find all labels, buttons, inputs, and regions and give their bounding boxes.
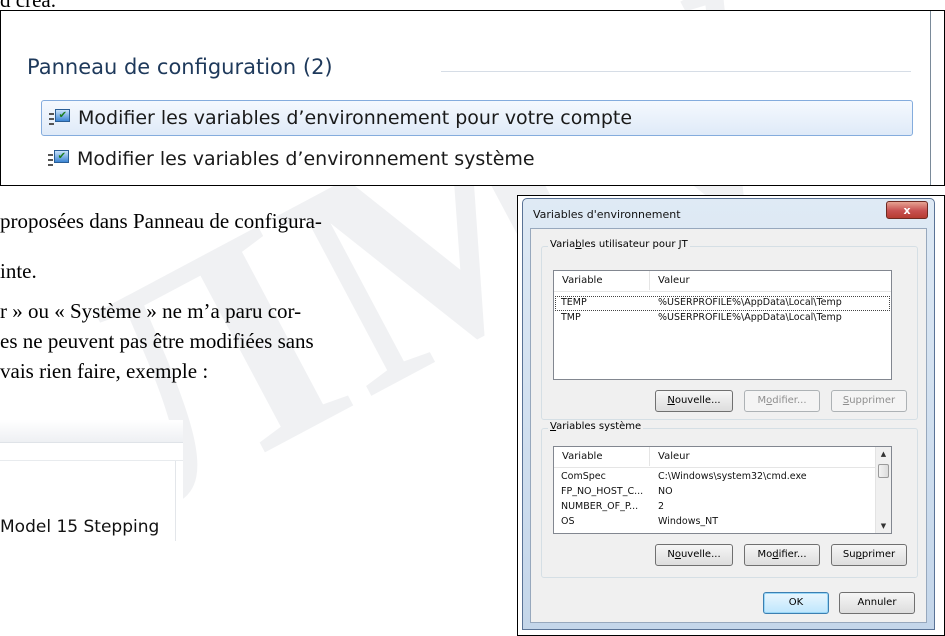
- vertical-scrollbar[interactable]: ▲ ▼: [875, 447, 891, 533]
- list-header: Variable Valeur: [554, 447, 891, 468]
- list-item[interactable]: TEMP %USERPROFILE%\AppData\Local\Temp: [555, 296, 890, 311]
- system-edit-button[interactable]: Modifier...: [744, 544, 820, 566]
- system-new-button[interactable]: Nouvelle...: [655, 544, 733, 566]
- list-item[interactable]: ComSpec C:\Windows\system32\cmd.exe: [554, 470, 891, 485]
- doc-line-1: proposées dans Panneau de configura-: [0, 209, 322, 233]
- column-divider: [175, 461, 176, 541]
- scroll-down-arrow-icon[interactable]: ▼: [876, 519, 891, 533]
- doc-line-4: es ne peuvent pas être modifiées sans: [0, 329, 314, 353]
- column-variable[interactable]: Variable: [562, 451, 603, 462]
- user-edit-button[interactable]: Modifier...: [744, 390, 820, 412]
- user-variables-label: Variables utilisateur pour JT: [548, 239, 690, 250]
- heading-divider: [441, 71, 911, 72]
- control-panel-icon: ✔: [48, 109, 70, 127]
- doc-line-3: r » ou « Système » ne m’a paru cor-: [0, 299, 302, 323]
- env-vars-dialog-frame: Variables d'environnement x Variables ut…: [517, 195, 945, 636]
- cancel-button[interactable]: Annuler: [839, 592, 915, 614]
- dialog-body: Variables utilisateur pour JT Variable V…: [530, 228, 927, 623]
- ok-button[interactable]: OK: [763, 592, 829, 614]
- doc-line-2: inte.: [0, 259, 37, 283]
- scroll-up-arrow-icon[interactable]: ▲: [876, 447, 891, 461]
- list-header: Variable Valeur: [554, 271, 891, 292]
- system-variables-label: Variables système: [548, 421, 644, 432]
- close-button[interactable]: x: [886, 201, 928, 219]
- user-delete-button[interactable]: Supprimer: [831, 390, 907, 412]
- list-item[interactable]: FP_NO_HOST_C... NO: [554, 485, 891, 500]
- result-label: Modifier les variables d’environnement p…: [78, 107, 633, 129]
- processor-info-fragment: Model 15 Stepping: [0, 420, 183, 610]
- env-vars-dialog: Variables d'environnement x Variables ut…: [522, 198, 935, 630]
- list-item[interactable]: OS Windows_NT: [554, 515, 891, 530]
- control-panel-search-results: Panneau de configuration (2) ✔ Modifier …: [0, 10, 945, 186]
- dialog-title: Variables d'environnement: [533, 208, 681, 221]
- user-new-button[interactable]: Nouvelle...: [655, 390, 733, 412]
- table-row-divider: [0, 460, 183, 461]
- list-item[interactable]: NUMBER_OF_P... 2: [554, 500, 891, 515]
- scroll-thumb[interactable]: [878, 464, 889, 478]
- doc-line-5: vais rien faire, exemple :: [0, 359, 209, 383]
- result-label: Modifier les variables d’environnement s…: [77, 148, 535, 170]
- system-variables-list[interactable]: Variable Valeur ComSpec C:\Windows\syste…: [553, 446, 892, 534]
- column-variable[interactable]: Variable: [562, 275, 603, 286]
- processor-model-text: Model 15 Stepping: [0, 517, 160, 537]
- list-item[interactable]: TMP %USERPROFILE%\AppData\Local\Temp: [554, 311, 891, 326]
- user-variables-group: Variables utilisateur pour JT Variable V…: [541, 239, 918, 420]
- column-value[interactable]: Valeur: [658, 451, 690, 462]
- result-system-env-vars[interactable]: ✔ Modifier les variables d’environnement…: [41, 141, 913, 177]
- column-value[interactable]: Valeur: [658, 275, 690, 286]
- user-variables-list[interactable]: Variable Valeur TEMP %USERPROFILE%\AppDa…: [553, 270, 892, 380]
- search-group-heading: Panneau de configuration (2): [27, 55, 333, 79]
- result-user-env-vars[interactable]: ✔ Modifier les variables d’environnement…: [41, 100, 913, 136]
- control-panel-icon: ✔: [47, 150, 69, 168]
- table-header: [0, 420, 183, 443]
- system-variables-group: Variables système Variable Valeur ComSpe…: [541, 421, 918, 578]
- system-delete-button[interactable]: Supprimer: [831, 544, 907, 566]
